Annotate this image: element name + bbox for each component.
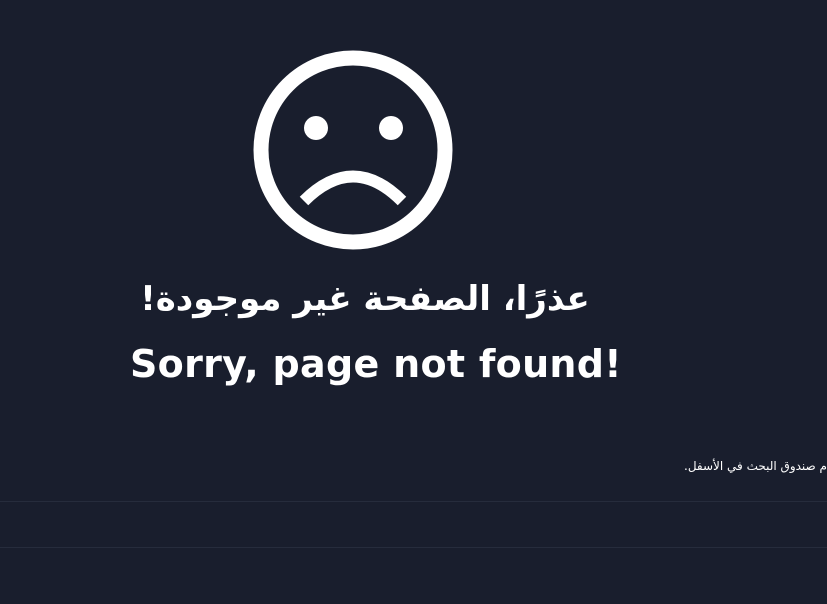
error-title-english: Sorry, page not found!	[130, 342, 622, 386]
error-title-arabic: عذرًا، الصفحة غير موجودة!	[140, 279, 590, 319]
sad-face-icon	[253, 50, 453, 250]
divider	[0, 547, 827, 548]
face-outline	[253, 50, 453, 250]
frown-mouth	[299, 170, 407, 206]
divider	[0, 501, 827, 502]
right-eye	[379, 116, 403, 140]
search-hint-text: م صندوق البحث في الأسفل.	[684, 459, 827, 473]
left-eye	[304, 116, 328, 140]
error-page: عذرًا، الصفحة غير موجودة! Sorry, page no…	[0, 0, 827, 604]
